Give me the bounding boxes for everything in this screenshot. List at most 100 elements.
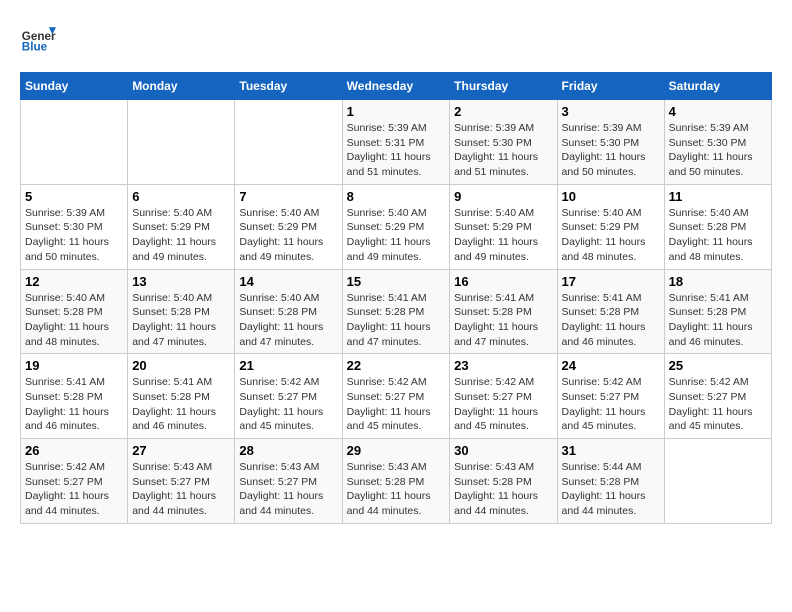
day-number: 8 xyxy=(347,189,446,204)
calendar-cell: 19 Sunrise: 5:41 AM Sunset: 5:28 PM Dayli… xyxy=(21,354,128,439)
day-number: 23 xyxy=(454,358,552,373)
header-monday: Monday xyxy=(128,73,235,100)
calendar-cell: 28 Sunrise: 5:43 AM Sunset: 5:27 PM Dayli… xyxy=(235,439,342,524)
week-row-3: 12 Sunrise: 5:40 AM Sunset: 5:28 PM Dayli… xyxy=(21,269,772,354)
day-info: Sunrise: 5:39 AM Sunset: 5:30 PM Dayligh… xyxy=(562,121,660,180)
calendar-cell: 21Sunrise: 5:42 AM Sunset: 5:27 PM Dayli… xyxy=(235,354,342,439)
calendar-cell: 6 Sunrise: 5:40 AM Sunset: 5:29 PM Daylig… xyxy=(128,184,235,269)
day-info: Sunrise: 5:43 AM Sunset: 5:28 PM Dayligh… xyxy=(454,460,552,519)
day-number: 6 xyxy=(132,189,230,204)
day-number: 18 xyxy=(669,274,767,289)
day-info: Sunrise: 5:40 AM Sunset: 5:28 PM Dayligh… xyxy=(25,291,123,350)
day-number: 2 xyxy=(454,104,552,119)
day-info: Sunrise: 5:41 AM Sunset: 5:28 PM Dayligh… xyxy=(132,375,230,434)
calendar-cell: 24 Sunrise: 5:42 AM Sunset: 5:27 PM Dayli… xyxy=(557,354,664,439)
day-number: 31 xyxy=(562,443,660,458)
day-info: Sunrise: 5:40 AM Sunset: 5:28 PM Dayligh… xyxy=(132,291,230,350)
day-number: 24 xyxy=(562,358,660,373)
calendar-cell: 5Sunrise: 5:39 AM Sunset: 5:30 PM Daylig… xyxy=(21,184,128,269)
day-info: Sunrise: 5:39 AM Sunset: 5:30 PM Dayligh… xyxy=(454,121,552,180)
header-tuesday: Tuesday xyxy=(235,73,342,100)
calendar-cell: 27 Sunrise: 5:43 AM Sunset: 5:27 PM Dayli… xyxy=(128,439,235,524)
day-info: Sunrise: 5:40 AM Sunset: 5:29 PM Dayligh… xyxy=(454,206,552,265)
calendar-body: 1 Sunrise: 5:39 AM Sunset: 5:31 PM Daylig… xyxy=(21,100,772,524)
header-saturday: Saturday xyxy=(664,73,771,100)
day-info: Sunrise: 5:41 AM Sunset: 5:28 PM Dayligh… xyxy=(669,291,767,350)
calendar-cell: 8 Sunrise: 5:40 AM Sunset: 5:29 PM Daylig… xyxy=(342,184,450,269)
day-number: 5 xyxy=(25,189,123,204)
calendar-cell: 29Sunrise: 5:43 AM Sunset: 5:28 PM Dayli… xyxy=(342,439,450,524)
week-row-2: 5Sunrise: 5:39 AM Sunset: 5:30 PM Daylig… xyxy=(21,184,772,269)
calendar-cell: 12 Sunrise: 5:40 AM Sunset: 5:28 PM Dayli… xyxy=(21,269,128,354)
day-number: 25 xyxy=(669,358,767,373)
day-info: Sunrise: 5:41 AM Sunset: 5:28 PM Dayligh… xyxy=(25,375,123,434)
calendar-cell xyxy=(235,100,342,185)
header-wednesday: Wednesday xyxy=(342,73,450,100)
day-info: Sunrise: 5:43 AM Sunset: 5:27 PM Dayligh… xyxy=(239,460,337,519)
logo-icon: General Blue xyxy=(20,20,56,56)
day-number: 17 xyxy=(562,274,660,289)
calendar-cell: 26Sunrise: 5:42 AM Sunset: 5:27 PM Dayli… xyxy=(21,439,128,524)
day-info: Sunrise: 5:42 AM Sunset: 5:27 PM Dayligh… xyxy=(347,375,446,434)
calendar-cell: 1 Sunrise: 5:39 AM Sunset: 5:31 PM Daylig… xyxy=(342,100,450,185)
day-number: 27 xyxy=(132,443,230,458)
day-number: 30 xyxy=(454,443,552,458)
day-info: Sunrise: 5:41 AM Sunset: 5:28 PM Dayligh… xyxy=(454,291,552,350)
day-number: 10 xyxy=(562,189,660,204)
day-number: 21 xyxy=(239,358,337,373)
calendar-cell: 13 Sunrise: 5:40 AM Sunset: 5:28 PM Dayli… xyxy=(128,269,235,354)
calendar-cell xyxy=(664,439,771,524)
day-number: 19 xyxy=(25,358,123,373)
day-info: Sunrise: 5:41 AM Sunset: 5:28 PM Dayligh… xyxy=(562,291,660,350)
page-header: General Blue xyxy=(20,20,772,56)
calendar-cell: 3 Sunrise: 5:39 AM Sunset: 5:30 PM Daylig… xyxy=(557,100,664,185)
day-info: Sunrise: 5:42 AM Sunset: 5:27 PM Dayligh… xyxy=(454,375,552,434)
calendar-cell: 4 Sunrise: 5:39 AM Sunset: 5:30 PM Daylig… xyxy=(664,100,771,185)
day-number: 12 xyxy=(25,274,123,289)
day-number: 7 xyxy=(239,189,337,204)
calendar-cell: 25 Sunrise: 5:42 AM Sunset: 5:27 PM Dayli… xyxy=(664,354,771,439)
calendar-cell: 10 Sunrise: 5:40 AM Sunset: 5:29 PM Dayli… xyxy=(557,184,664,269)
calendar-cell: 22 Sunrise: 5:42 AM Sunset: 5:27 PM Dayli… xyxy=(342,354,450,439)
calendar-cell: 15 Sunrise: 5:41 AM Sunset: 5:28 PM Dayli… xyxy=(342,269,450,354)
day-info: Sunrise: 5:41 AM Sunset: 5:28 PM Dayligh… xyxy=(347,291,446,350)
day-info: Sunrise: 5:42 AM Sunset: 5:27 PM Dayligh… xyxy=(25,460,123,519)
calendar-cell xyxy=(21,100,128,185)
calendar-cell: 16Sunrise: 5:41 AM Sunset: 5:28 PM Dayli… xyxy=(450,269,557,354)
calendar-cell: 31Sunrise: 5:44 AM Sunset: 5:28 PM Dayli… xyxy=(557,439,664,524)
day-info: Sunrise: 5:43 AM Sunset: 5:27 PM Dayligh… xyxy=(132,460,230,519)
header-sunday: Sunday xyxy=(21,73,128,100)
calendar-cell xyxy=(128,100,235,185)
header-thursday: Thursday xyxy=(450,73,557,100)
day-info: Sunrise: 5:42 AM Sunset: 5:27 PM Dayligh… xyxy=(669,375,767,434)
calendar-cell: 9 Sunrise: 5:40 AM Sunset: 5:29 PM Daylig… xyxy=(450,184,557,269)
day-number: 1 xyxy=(347,104,446,119)
calendar-cell: 30 Sunrise: 5:43 AM Sunset: 5:28 PM Dayli… xyxy=(450,439,557,524)
day-info: Sunrise: 5:42 AM Sunset: 5:27 PM Dayligh… xyxy=(562,375,660,434)
calendar-header-row: SundayMondayTuesdayWednesdayThursdayFrid… xyxy=(21,73,772,100)
day-info: Sunrise: 5:40 AM Sunset: 5:29 PM Dayligh… xyxy=(239,206,337,265)
day-number: 28 xyxy=(239,443,337,458)
day-info: Sunrise: 5:40 AM Sunset: 5:29 PM Dayligh… xyxy=(132,206,230,265)
day-info: Sunrise: 5:40 AM Sunset: 5:29 PM Dayligh… xyxy=(562,206,660,265)
calendar-cell: 11Sunrise: 5:40 AM Sunset: 5:28 PM Dayli… xyxy=(664,184,771,269)
logo: General Blue xyxy=(20,20,56,56)
calendar-cell: 14Sunrise: 5:40 AM Sunset: 5:28 PM Dayli… xyxy=(235,269,342,354)
day-info: Sunrise: 5:39 AM Sunset: 5:30 PM Dayligh… xyxy=(669,121,767,180)
day-info: Sunrise: 5:40 AM Sunset: 5:29 PM Dayligh… xyxy=(347,206,446,265)
day-number: 29 xyxy=(347,443,446,458)
calendar-table: SundayMondayTuesdayWednesdayThursdayFrid… xyxy=(20,72,772,524)
day-info: Sunrise: 5:39 AM Sunset: 5:31 PM Dayligh… xyxy=(347,121,446,180)
day-number: 3 xyxy=(562,104,660,119)
day-number: 15 xyxy=(347,274,446,289)
day-number: 22 xyxy=(347,358,446,373)
day-number: 4 xyxy=(669,104,767,119)
calendar-cell: 18 Sunrise: 5:41 AM Sunset: 5:28 PM Dayli… xyxy=(664,269,771,354)
svg-text:Blue: Blue xyxy=(22,41,48,54)
calendar-cell: 7 Sunrise: 5:40 AM Sunset: 5:29 PM Daylig… xyxy=(235,184,342,269)
day-number: 13 xyxy=(132,274,230,289)
calendar-cell: 23 Sunrise: 5:42 AM Sunset: 5:27 PM Dayli… xyxy=(450,354,557,439)
day-number: 9 xyxy=(454,189,552,204)
week-row-5: 26Sunrise: 5:42 AM Sunset: 5:27 PM Dayli… xyxy=(21,439,772,524)
week-row-1: 1 Sunrise: 5:39 AM Sunset: 5:31 PM Daylig… xyxy=(21,100,772,185)
